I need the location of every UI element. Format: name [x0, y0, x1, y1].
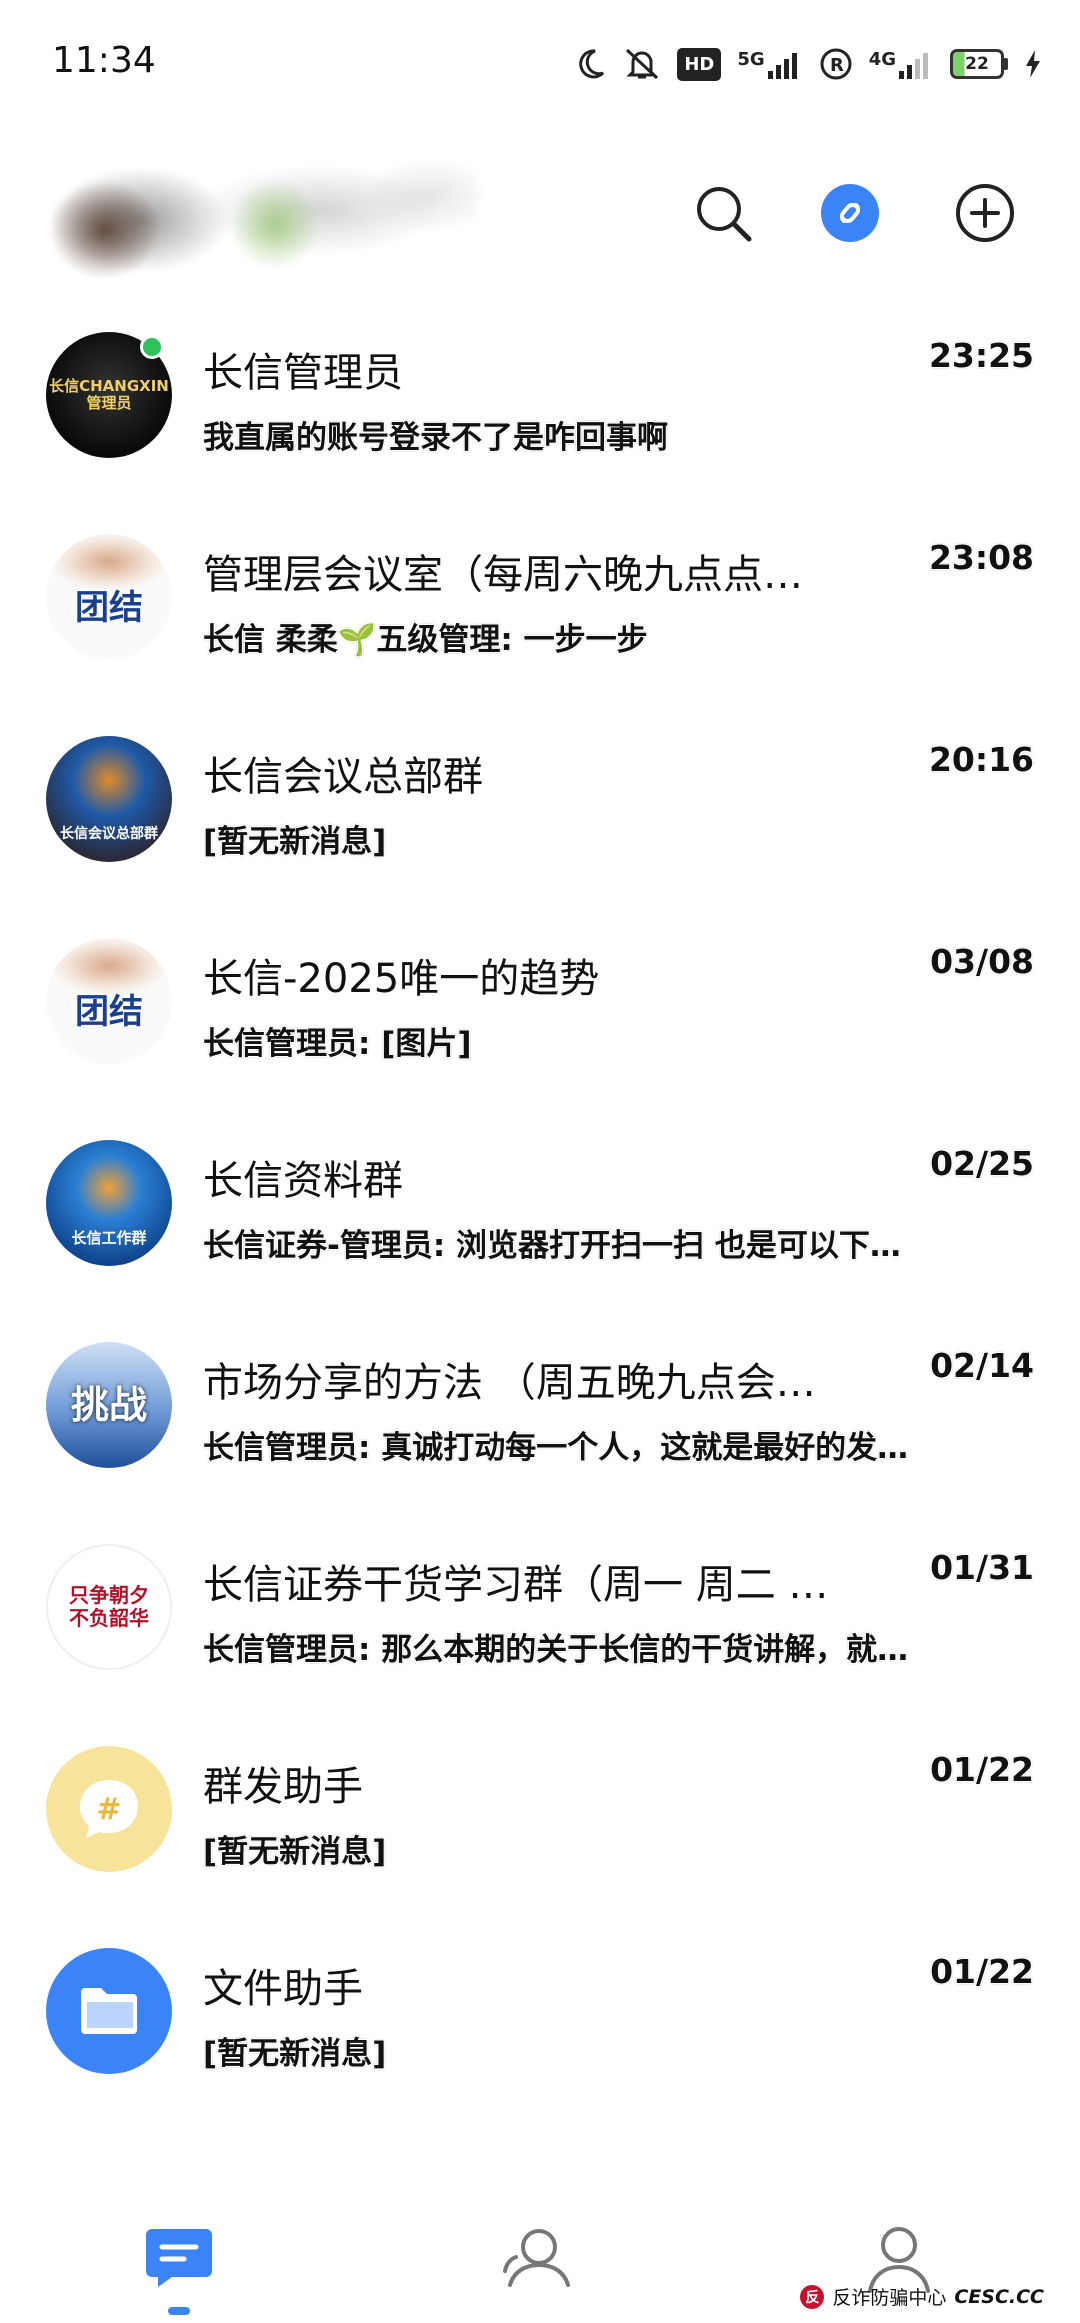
header [0, 130, 1080, 320]
chat-name: 管理层会议室（每周六晚九点点… [203, 552, 803, 598]
chat-preview: 长信管理员: 那么本期的关于长信的干货讲解，就… [203, 1632, 909, 1668]
chat-item[interactable]: 挑战 市场分享的方法 （周五晚九点会… 02/14 长信管理员: 真诚打动每一个… [0, 1320, 1080, 1522]
chat-name: 长信证券干货学习群（周一 周二 … [203, 1562, 829, 1608]
avatar: # [46, 1746, 172, 1872]
battery-level: 22 [950, 49, 1004, 79]
chat-name: 市场分享的方法 （周五晚九点会… [203, 1360, 816, 1406]
chat-name: 长信会议总部群 [203, 754, 483, 800]
chat-item[interactable]: # 群发助手 01/22 [暂无新消息] [0, 1724, 1080, 1926]
chat-time: 23:08 [928, 538, 1034, 577]
battery-icon: 22 [950, 49, 1008, 79]
net1-label: 5G [737, 49, 765, 70]
net2-label: 4G [868, 49, 896, 70]
signal-5g-icon: 5G [737, 49, 802, 79]
link-button[interactable] [815, 178, 885, 248]
avatar: 只争朝夕 不负韶华 [46, 1544, 172, 1670]
watermark-logo: 反 [800, 2284, 825, 2309]
account-name-redacted [10, 150, 480, 320]
search-icon [697, 187, 752, 242]
chat-name: 长信资料群 [203, 1158, 403, 1204]
avatar-label: 只争朝夕 不负韶华 [69, 1583, 149, 1630]
chat-item[interactable]: 长信会议总部群 长信会议总部群 20:16 [暂无新消息] [0, 714, 1080, 916]
chat-time: 23:25 [928, 336, 1034, 375]
chat-name: 长信-2025唯一的趋势 [203, 956, 600, 1002]
chat-preview: 长信管理员: [图片] [203, 1026, 472, 1062]
chat-item[interactable]: 文件助手 01/22 [暂无新消息] [0, 1926, 1080, 2128]
avatar-label: 挑战 [70, 1382, 147, 1428]
online-indicator [140, 335, 164, 359]
svg-text:R: R [830, 55, 844, 76]
chat-preview: [暂无新消息] [203, 1834, 387, 1870]
avatar-label: # [96, 1791, 122, 1827]
chat-preview: 长信 柔柔🌱五级管理: 一步一步 [203, 622, 648, 658]
avatar-label: 团结 [75, 588, 143, 629]
signal-4g-icon: 4G [869, 49, 934, 79]
avatar-label: 长信CHANGXIN 管理员 [49, 376, 169, 412]
chat-time: 02/25 [930, 1144, 1034, 1183]
chat-item[interactable]: 长信工作群 长信资料群 02/25 长信证券-管理员: 浏览器打开扫一扫 也是可… [0, 1118, 1080, 1320]
chat-item[interactable]: 长信CHANGXIN 管理员 长信管理员 23:25 我直属的账号登录不了是咋回… [0, 310, 1080, 512]
avatar: 长信会议总部群 [46, 736, 172, 862]
status-time: 11:34 [52, 40, 156, 81]
chat-time: 02/14 [930, 1346, 1034, 1385]
chat-name: 长信管理员 [203, 350, 403, 396]
avatar-label: 长信工作群 [71, 1229, 147, 1248]
chat-time: 20:16 [928, 740, 1034, 779]
avatar-label: 长信会议总部群 [60, 825, 158, 842]
moon-icon [573, 47, 607, 81]
add-icon [956, 184, 1014, 242]
avatar: 长信工作群 [46, 1140, 172, 1266]
chat-item[interactable]: 团结 管理层会议室（每周六晚九点点… 23:08 长信 柔柔🌱五级管理: 一步一… [0, 512, 1080, 714]
avatar: 挑战 [46, 1342, 172, 1468]
chat-name: 群发助手 [203, 1764, 363, 1810]
chat-item[interactable]: 只争朝夕 不负韶华 长信证券干货学习群（周一 周二 … 01/31 长信管理员:… [0, 1522, 1080, 1724]
tab-contacts[interactable] [494, 2213, 584, 2303]
chat-icon [146, 2229, 212, 2287]
status-bar: 11:34 HD 5G R 4G 22 [0, 0, 1080, 130]
chat-time: 01/22 [930, 1952, 1034, 1991]
chat-time: 03/08 [930, 942, 1034, 981]
tab-messages[interactable] [134, 2213, 224, 2303]
chat-preview: [暂无新消息] [203, 824, 387, 860]
search-button[interactable] [688, 178, 758, 248]
avatar: 团结 [46, 938, 172, 1064]
watermark-text: 反诈防骗中心 [832, 2287, 947, 2309]
chat-name: 文件助手 [203, 1966, 363, 2012]
chat-preview: 长信管理员: 真诚打动每一个人，这就是最好的发… [203, 1430, 909, 1466]
chat-list: 长信CHANGXIN 管理员 长信管理员 23:25 我直属的账号登录不了是咋回… [0, 310, 1080, 2128]
chat-preview: 我直属的账号登录不了是咋回事啊 [203, 420, 668, 456]
hd-icon: HD [677, 47, 722, 81]
watermark-site: CESC.CC [954, 2285, 1044, 2308]
watermark: 反 反诈防骗中心 CESC.CC [800, 2283, 1044, 2310]
contacts-icon [503, 2229, 570, 2287]
bell-off-icon [623, 46, 661, 82]
folder-icon [81, 1988, 137, 2034]
r-icon: R [819, 47, 853, 81]
charging-icon [1024, 49, 1042, 79]
active-tab-indicator [168, 2307, 190, 2315]
link-icon [821, 184, 879, 242]
chat-preview: 长信证券-管理员: 浏览器打开扫一扫 也是可以下… [203, 1228, 901, 1264]
status-icons: HD 5G R 4G 22 [573, 38, 1042, 90]
chat-time: 01/22 [930, 1750, 1034, 1789]
chat-preview: [暂无新消息] [203, 2036, 387, 2072]
avatar-label: 团结 [75, 992, 143, 1033]
add-button[interactable] [950, 178, 1020, 248]
avatar [46, 1948, 172, 2074]
avatar: 团结 [46, 534, 172, 660]
chat-item[interactable]: 团结 长信-2025唯一的趋势 03/08 长信管理员: [图片] [0, 916, 1080, 1118]
chat-time: 01/31 [930, 1548, 1034, 1587]
